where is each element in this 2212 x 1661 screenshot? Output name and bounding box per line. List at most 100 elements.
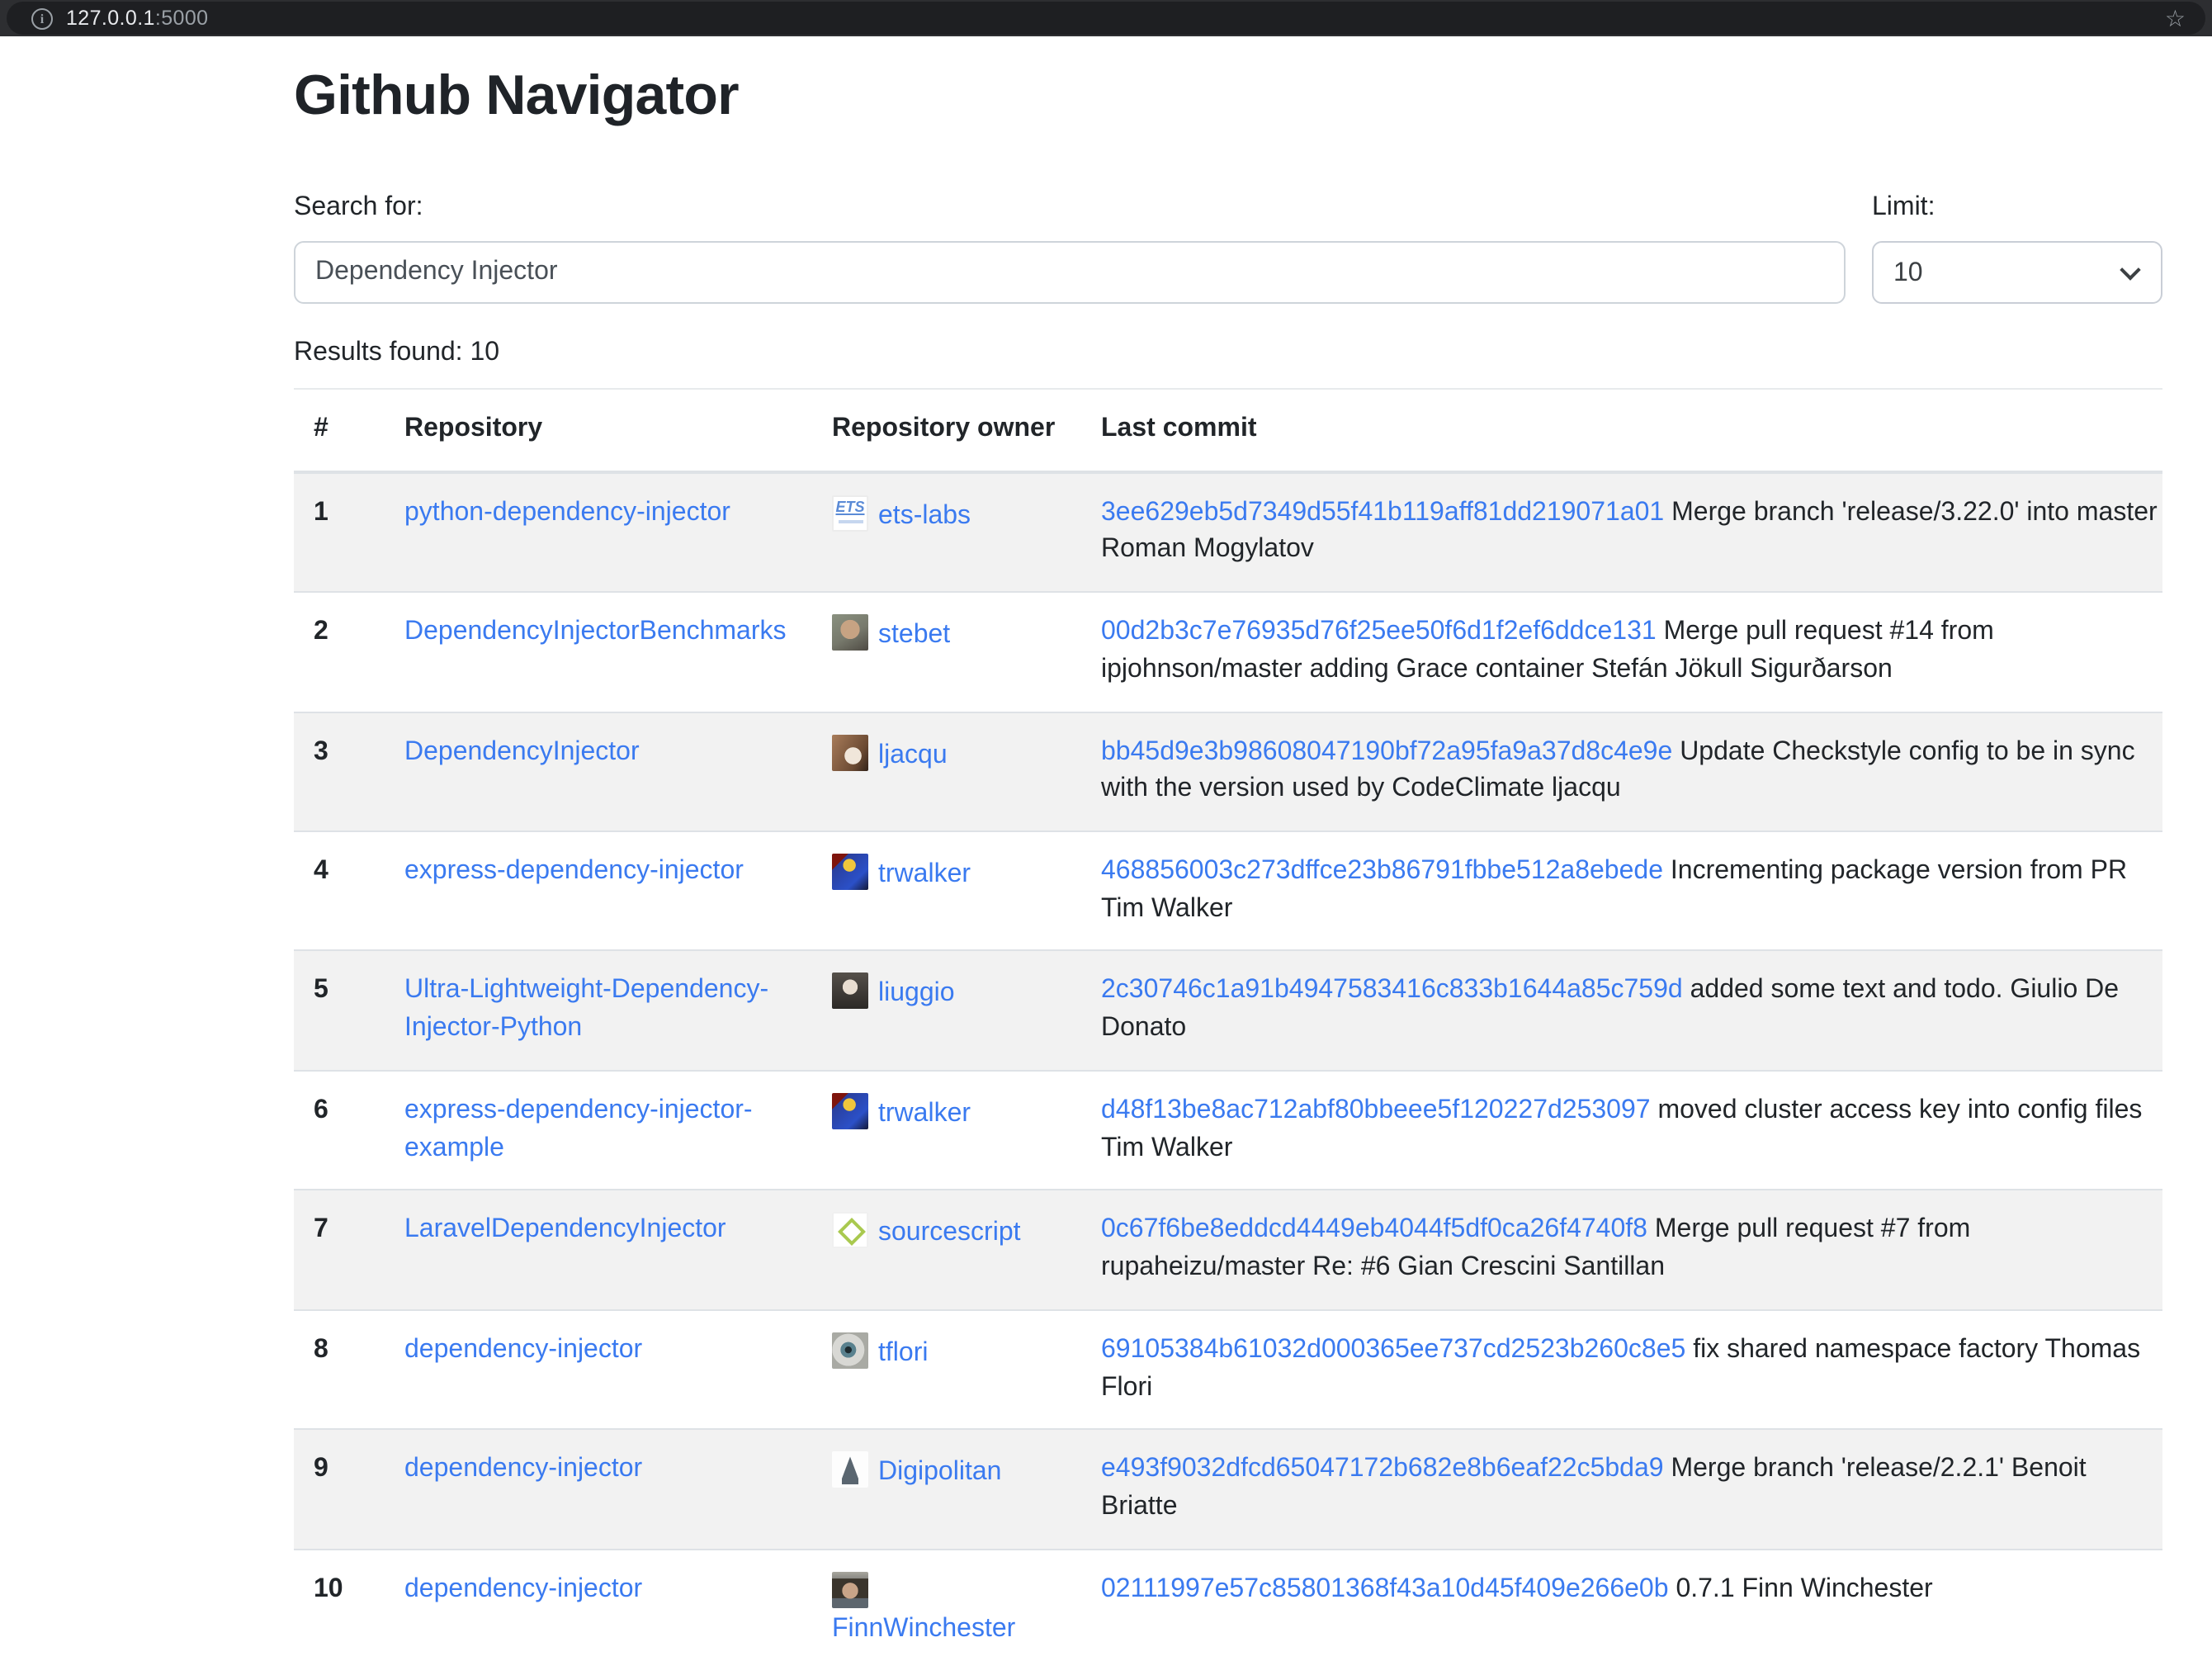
commit-cell: 0c67f6be8eddcd4449eb4044f5df0ca26f4740f8…: [1081, 1190, 2162, 1310]
commit-cell: 69105384b61032d000365ee737cd2523b260c8e5…: [1081, 1310, 2162, 1430]
header-repository-owner: Repository owner: [812, 390, 1081, 471]
repo-link[interactable]: DependencyInjector: [404, 737, 640, 765]
owner-cell: tflori: [812, 1310, 1081, 1430]
commit-hash-link[interactable]: e493f9032dfcd65047172b682e8b6eaf22c5bda9: [1101, 1455, 1664, 1483]
table-row: 4 express-dependency-injector trwalker 4…: [294, 831, 2162, 951]
owner-cell: stebet: [812, 592, 1081, 712]
avatar-ljacqu-cat-photo: [832, 734, 868, 770]
avatar-sourcescript-diamond-logo: [832, 1213, 868, 1249]
repo-cell: LaravelDependencyInjector: [385, 1190, 812, 1310]
commit-hash-link[interactable]: 02111997e57c85801368f43a10d45f409e266e0b: [1101, 1574, 1669, 1602]
row-number: 2: [294, 592, 385, 712]
row-number: 3: [294, 712, 385, 831]
header-last-commit: Last commit: [1081, 390, 2162, 471]
page-title: Github Navigator: [294, 64, 2162, 129]
table-row: 6 express-dependency-injector-example tr…: [294, 1071, 2162, 1190]
results-table: # Repository Repository owner Last commi…: [294, 390, 2162, 1661]
commit-hash-link[interactable]: 2c30746c1a91b4947583416c833b1644a85c759d: [1101, 977, 1683, 1005]
avatar-trwalker-ninja: [832, 1093, 868, 1129]
commit-hash-link[interactable]: 00d2b3c7e76935d76f25ee50f6d1f2ef6ddce131: [1101, 618, 1657, 646]
limit-label: Limit:: [1872, 188, 2162, 228]
limit-column: Limit: 10: [1872, 188, 2162, 304]
owner-link[interactable]: sourcescript: [878, 1219, 1021, 1247]
commit-cell: 2c30746c1a91b4947583416c833b1644a85c759d…: [1081, 951, 2162, 1071]
repo-link[interactable]: DependencyInjectorBenchmarks: [404, 618, 786, 646]
commit-message: 0.7.1 Finn Winchester: [1676, 1574, 1932, 1602]
owner-cell: ljacqu: [812, 712, 1081, 831]
table-row: 1 python-dependency-injector ETSets-labs…: [294, 471, 2162, 592]
avatar-liuggio-portrait: [832, 973, 868, 1010]
owner-link[interactable]: ljacqu: [878, 741, 948, 769]
repo-link[interactable]: dependency-injector: [404, 1574, 642, 1602]
owner-link[interactable]: trwalker: [878, 1100, 971, 1128]
search-input[interactable]: [294, 241, 1846, 304]
repo-link[interactable]: python-dependency-injector: [404, 498, 730, 526]
commit-cell: bb45d9e3b98608047190bf72a95fa9a37d8c4e9e…: [1081, 712, 2162, 831]
row-number: 4: [294, 831, 385, 951]
owner-link[interactable]: FinnWinchester: [832, 1616, 1015, 1644]
avatar-ets-labs-logo: ETS: [832, 495, 868, 531]
repo-link[interactable]: Ultra-Lightweight-Dependency-Injector-Py…: [404, 977, 768, 1042]
bookmark-star-icon[interactable]: ☆: [2165, 7, 2186, 30]
url-bar[interactable]: i 127.0.0.1:5000 ☆: [7, 2, 2205, 35]
table-row: 9 dependency-injector Digipolitan e493f9…: [294, 1429, 2162, 1549]
owner-cell: liuggio: [812, 951, 1081, 1071]
browser-toolbar: i 127.0.0.1:5000 ☆: [0, 0, 2212, 36]
owner-link[interactable]: Digipolitan: [878, 1458, 1001, 1486]
table-header-row: # Repository Repository owner Last commi…: [294, 390, 2162, 471]
owner-cell: sourcescript: [812, 1190, 1081, 1310]
owner-link[interactable]: trwalker: [878, 860, 971, 888]
avatar-digipolitan-rocket-logo: [832, 1451, 868, 1488]
table-row: 3 DependencyInjector ljacqu bb45d9e3b986…: [294, 712, 2162, 831]
repo-cell: dependency-injector: [385, 1429, 812, 1549]
repo-cell: dependency-injector: [385, 1549, 812, 1661]
commit-hash-link[interactable]: d48f13be8ac712abf80bbeee5f120227d253097: [1101, 1096, 1651, 1124]
avatar-finnwinchester-portrait: [832, 1571, 868, 1607]
header-number: #: [294, 390, 385, 471]
url-port: :5000: [155, 7, 209, 30]
results-count: Results found: 10: [294, 334, 2162, 373]
repo-link[interactable]: express-dependency-injector: [404, 857, 744, 885]
owner-link[interactable]: ets-labs: [878, 501, 971, 529]
owner-link[interactable]: stebet: [878, 621, 950, 649]
row-number: 8: [294, 1310, 385, 1430]
repo-cell: Ultra-Lightweight-Dependency-Injector-Py…: [385, 951, 812, 1071]
table-row: 10 dependency-injector FinnWinchester 02…: [294, 1549, 2162, 1661]
commit-hash-link[interactable]: 468856003c273dffce23b86791fbbe512a8ebede: [1101, 857, 1663, 885]
info-circle-icon[interactable]: i: [31, 7, 53, 29]
owner-cell: FinnWinchester: [812, 1549, 1081, 1661]
repo-link[interactable]: dependency-injector: [404, 1336, 642, 1364]
repo-cell: python-dependency-injector: [385, 471, 812, 592]
owner-cell: trwalker: [812, 831, 1081, 951]
owner-link[interactable]: tflori: [878, 1339, 928, 1367]
table-row: 2 DependencyInjectorBenchmarks stebet 00…: [294, 592, 2162, 712]
commit-hash-link[interactable]: 3ee629eb5d7349d55f41b119aff81dd219071a01: [1101, 498, 1664, 526]
owner-cell: trwalker: [812, 1071, 1081, 1190]
avatar-stebet-portrait: [832, 614, 868, 651]
repo-link[interactable]: dependency-injector: [404, 1455, 642, 1483]
search-label: Search for:: [294, 188, 1846, 228]
commit-cell: 02111997e57c85801368f43a10d45f409e266e0b…: [1081, 1549, 2162, 1661]
page-content: Github Navigator Search for: Limit: 10 R…: [0, 64, 2212, 1661]
owner-cell: Digipolitan: [812, 1429, 1081, 1549]
owner-link[interactable]: liuggio: [878, 980, 955, 1008]
commit-hash-link[interactable]: bb45d9e3b98608047190bf72a95fa9a37d8c4e9e: [1101, 737, 1672, 765]
commit-cell: 00d2b3c7e76935d76f25ee50f6d1f2ef6ddce131…: [1081, 592, 2162, 712]
limit-select[interactable]: 10: [1872, 241, 2162, 304]
avatar-trwalker-ninja: [832, 854, 868, 890]
repo-link[interactable]: LaravelDependencyInjector: [404, 1216, 726, 1244]
repo-cell: express-dependency-injector: [385, 831, 812, 951]
repo-cell: DependencyInjectorBenchmarks: [385, 592, 812, 712]
owner-cell: ETS ets-labs: [812, 471, 1081, 592]
limit-select-wrap: 10: [1872, 241, 2162, 304]
avatar-tflori-eye-photo: [832, 1332, 868, 1369]
row-number: 6: [294, 1071, 385, 1190]
row-number: 10: [294, 1549, 385, 1661]
commit-hash-link[interactable]: 0c67f6be8eddcd4449eb4044f5df0ca26f4740f8: [1101, 1216, 1647, 1244]
commit-cell: e493f9032dfcd65047172b682e8b6eaf22c5bda9…: [1081, 1429, 2162, 1549]
commit-hash-link[interactable]: 69105384b61032d000365ee737cd2523b260c8e5: [1101, 1336, 1685, 1364]
table-row: 7 LaravelDependencyInjector sourcescript…: [294, 1190, 2162, 1310]
repo-link[interactable]: express-dependency-injector-example: [404, 1096, 753, 1162]
commit-cell: 468856003c273dffce23b86791fbbe512a8ebede…: [1081, 831, 2162, 951]
row-number: 5: [294, 951, 385, 1071]
